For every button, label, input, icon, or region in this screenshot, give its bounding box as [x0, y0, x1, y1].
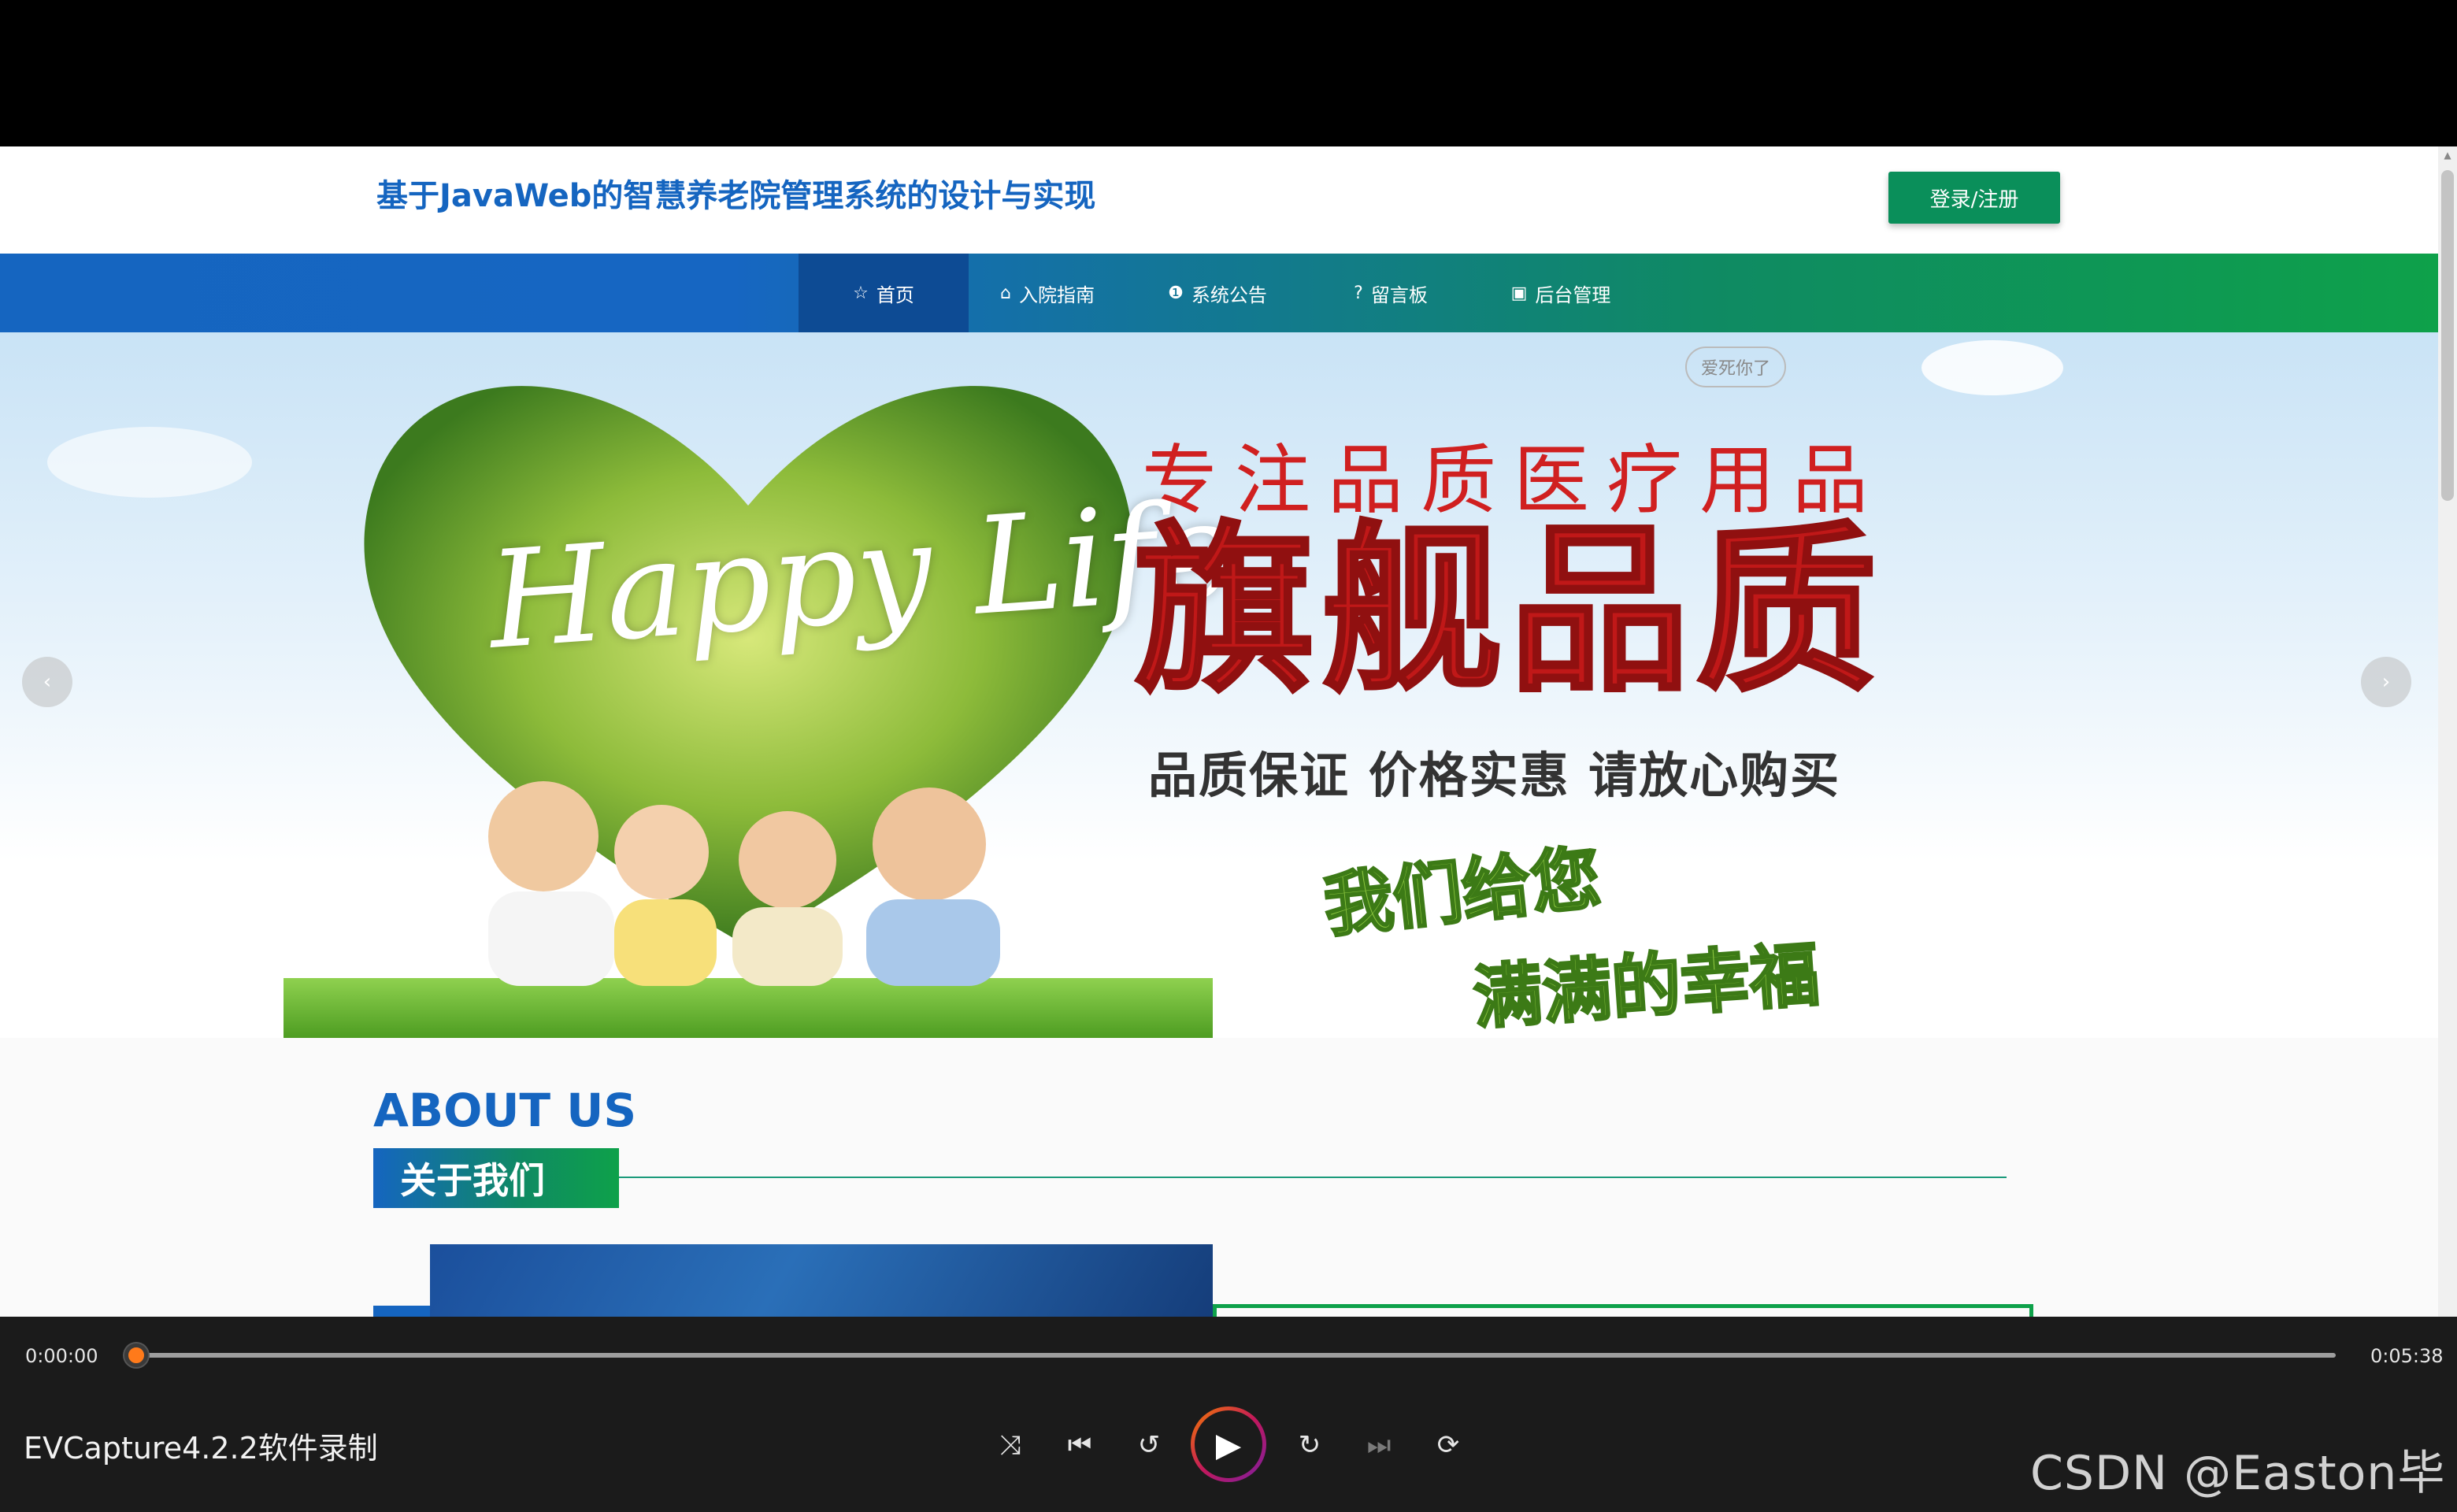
play-icon: ▶	[1215, 1425, 1242, 1464]
slogan-sub: 品质保证 价格实惠 请放心购买	[1148, 747, 1841, 804]
screen: 基于JavaWeb的智慧养老院管理系统的设计与实现 登录/注册 ☆ 首页 ⌂ 入…	[0, 0, 2457, 1512]
cloud-graphic	[47, 427, 252, 498]
nav-item-home[interactable]: ☆ 首页	[799, 254, 969, 332]
nav-item-announcements[interactable]: ❶ 系统公告	[1154, 254, 1280, 332]
next-icon: ⏭	[1366, 1429, 1392, 1461]
nav-item-label: 后台管理	[1535, 284, 1611, 306]
site-header: 基于JavaWeb的智慧养老院管理系统的设计与实现 登录/注册	[0, 146, 2438, 254]
about-section: ABOUT US 关于我们	[0, 1038, 2438, 1317]
carousel-prev-button[interactable]: ‹	[22, 657, 72, 707]
next-button[interactable]: ⏭	[1359, 1425, 1399, 1465]
rewind-10-icon: ↺	[1137, 1429, 1161, 1461]
love-tag: 爱死你了	[1685, 346, 1787, 387]
forward-30-button[interactable]: ↻	[1290, 1425, 1329, 1465]
nav-item-label: 系统公告	[1191, 284, 1267, 306]
chevron-right-icon: ›	[2381, 670, 2391, 694]
total-time: 0:05:38	[2370, 1345, 2444, 1367]
rewind-10-button[interactable]: ↺	[1129, 1425, 1169, 1465]
carousel-next-button[interactable]: ›	[2361, 657, 2411, 707]
nav-item-admin[interactable]: ▣ 后台管理	[1498, 254, 1624, 332]
box-icon: ▣	[1510, 283, 1528, 303]
login-register-button[interactable]: 登录/注册	[1888, 172, 2060, 224]
about-title-zh: 关于我们	[373, 1148, 619, 1208]
current-time: 0:00:00	[25, 1345, 98, 1367]
nav-item-message-board[interactable]: ? 留言板	[1336, 254, 1446, 332]
about-text-frame	[1213, 1304, 2033, 1317]
cloud-graphic	[1922, 340, 2063, 395]
csdn-watermark: CSDN @Easton毕设	[2030, 1446, 2446, 1501]
browser-viewport: 基于JavaWeb的智慧养老院管理系统的设计与实现 登录/注册 ☆ 首页 ⌂ 入…	[0, 146, 2457, 1317]
shuffle-icon: ⤨	[999, 1429, 1021, 1461]
seek-bar[interactable]	[126, 1353, 2336, 1358]
about-divider	[619, 1177, 2007, 1178]
bag-icon: ⌂	[1000, 283, 1011, 303]
seek-thumb[interactable]	[124, 1343, 148, 1367]
repeat-button[interactable]: ⟳	[1429, 1425, 1468, 1465]
page-scrollbar[interactable]: ▲	[2438, 146, 2457, 1317]
scrollbar-thumb[interactable]	[2441, 170, 2454, 501]
nav-item-label: 留言板	[1370, 284, 1428, 306]
info-icon: ❶	[1168, 283, 1184, 303]
about-accent-block	[373, 1306, 430, 1317]
nav-item-admission-guide[interactable]: ⌂ 入院指南	[984, 254, 1110, 332]
forward-30-icon: ↻	[1298, 1429, 1321, 1461]
about-title-en: ABOUT US	[373, 1084, 637, 1137]
play-button[interactable]: ▶	[1191, 1406, 1266, 1482]
main-nav: ☆ 首页 ⌂ 入院指南 ❶ 系统公告 ? 留言板 ▣ 后台管理	[0, 254, 2438, 332]
star-icon: ☆	[853, 283, 869, 303]
heart-tree-graphic	[284, 386, 1213, 1038]
site-title: 基于JavaWeb的智慧养老院管理系统的设计与实现	[376, 178, 1096, 214]
scroll-up-icon[interactable]: ▲	[2441, 150, 2454, 162]
nav-item-label: 首页	[876, 284, 914, 306]
previous-button[interactable]: ⏮	[1060, 1425, 1099, 1465]
media-title: EVCapture4.2.2软件录制	[24, 1431, 378, 1466]
repeat-icon: ⟳	[1436, 1429, 1460, 1461]
previous-icon: ⏮	[1067, 1429, 1092, 1461]
about-image	[430, 1244, 1213, 1317]
shuffle-button[interactable]: ⤨	[991, 1425, 1030, 1465]
help-icon: ?	[1354, 283, 1363, 303]
slogan-main: 旗舰品质	[1132, 506, 1884, 717]
hero-carousel: Happy Life 爱死你了 专注品质医疗用品 旗舰品质 品质保证 价格实惠 …	[0, 332, 2438, 1038]
chevron-left-icon: ‹	[43, 670, 52, 694]
nav-item-label: 入院指南	[1018, 284, 1095, 306]
media-player-bar: 0:00:00 0:05:38 EVCapture4.2.2软件录制 ⤨ ⏮ ↺…	[0, 1317, 2457, 1512]
